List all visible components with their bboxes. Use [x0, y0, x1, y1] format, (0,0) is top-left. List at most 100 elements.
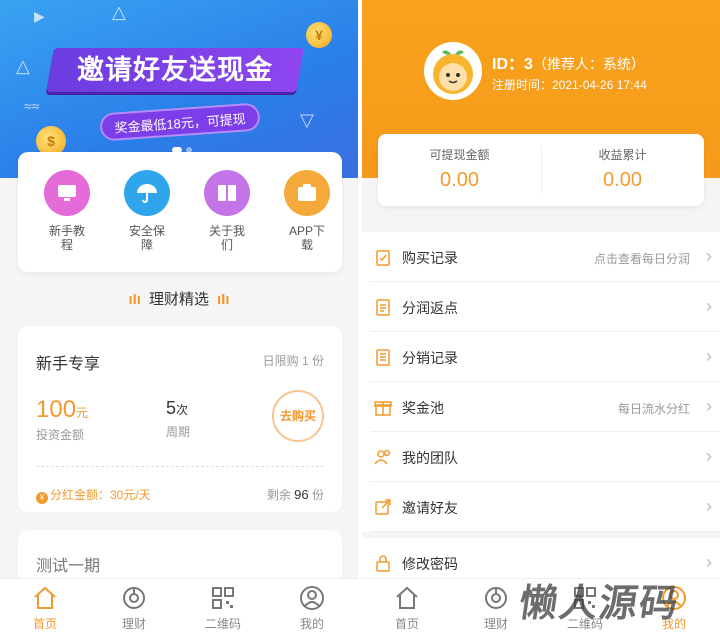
quick-link-tutorial[interactable]: 新手教程: [32, 170, 102, 252]
product-limit: 日限购 1 份: [262, 354, 324, 368]
quick-link-label: 关于我们: [208, 224, 245, 252]
total-earnings[interactable]: 收益累计 0.00: [541, 146, 704, 192]
quick-link-security[interactable]: 安全保障: [112, 170, 182, 252]
qrcode-icon: [212, 587, 234, 609]
chevron-right-icon: ›: [706, 296, 712, 316]
play-icon: ▶: [34, 8, 45, 24]
stat-label: 可提现金额: [429, 148, 490, 162]
investment-amount: 100元 投资金额: [36, 396, 88, 443]
monitor-icon: [44, 170, 90, 216]
chevron-right-icon: ›: [706, 446, 712, 466]
tab-label: 理财: [121, 617, 146, 631]
section-header: ıIı 理财精选 ıIı: [0, 288, 358, 309]
quick-link-label: APP下载: [288, 224, 325, 252]
tab-label: 我的: [299, 617, 324, 631]
tab-qrcode[interactable]: 二维码: [188, 585, 258, 632]
quick-link-app-download[interactable]: APP下载: [272, 170, 342, 252]
product-card[interactable]: 新手专享 日限购 1 份 100元 投资金额 5次 周期 去购买 ¥ 分红金额：3…: [18, 326, 342, 512]
registered-time: 注册时间：2021-04-26 17:44: [492, 78, 647, 92]
buy-button[interactable]: 去购买: [272, 390, 324, 442]
watermark: 懒人源码: [516, 583, 683, 625]
stat-value: 0.00: [603, 169, 642, 191]
id-value: 3: [524, 56, 533, 73]
tab-label: 二维码: [204, 617, 241, 631]
list-icon: [376, 299, 390, 316]
triangle-icon: △: [16, 56, 30, 76]
menu-label: 我的团队: [402, 450, 458, 466]
menu-label: 分润返点: [402, 300, 458, 316]
triangle-icon: △: [112, 2, 126, 22]
menu-my-team[interactable]: 我的团队 ›: [370, 432, 720, 482]
chevron-right-icon: ›: [706, 396, 712, 416]
period-unit: 次: [176, 403, 189, 417]
profile-menu: 购买记录 点击查看每日分润 › 分润返点 › 分销记录 › 奖金池 每日流水分红…: [362, 232, 720, 532]
triangle-icon: ▽: [300, 110, 314, 130]
referrer: （推荐人：系统）: [532, 56, 645, 72]
product-period: 5次 周期: [166, 398, 190, 440]
chevron-right-icon: ›: [706, 246, 712, 266]
menu-label: 奖金池: [402, 400, 444, 416]
avatar[interactable]: [424, 42, 482, 100]
user-icon: [300, 586, 324, 610]
tab-label: 首页: [394, 617, 419, 631]
remaining-count: 96: [294, 487, 309, 502]
gift-icon: [374, 401, 392, 416]
clipboard-icon: [376, 250, 390, 266]
lock-icon: [376, 555, 390, 572]
stat-value: 0.00: [440, 169, 479, 191]
amount-label: 投资金额: [36, 428, 85, 442]
menu-purchase-records[interactable]: 购买记录 点击查看每日分润 ›: [370, 232, 720, 282]
bars-icon: ıIı: [217, 291, 230, 308]
withdrawable-balance[interactable]: 可提现金额 0.00: [378, 146, 541, 192]
banner-subtitle: 奖金最低18元，可提现: [99, 102, 261, 142]
id-label: ID：: [492, 56, 525, 73]
home-icon: [396, 586, 418, 609]
section-title: 理财精选: [148, 291, 209, 308]
menu-bonus-pool[interactable]: 奖金池 每日流水分红 ›: [370, 382, 720, 432]
profile-screen: ID：3（推荐人：系统） 注册时间：2021-04-26 17:44 可提现金额…: [362, 0, 720, 638]
amount-unit: 元: [76, 406, 89, 420]
menu-hint: 每日流水分红: [617, 402, 690, 416]
user-id: ID：3（推荐人：系统）: [492, 50, 645, 74]
quick-links: 新手教程 安全保障 关于我们 APP下载: [18, 152, 342, 272]
product-name: 新手专享: [36, 356, 101, 373]
umbrella-icon: [124, 170, 170, 216]
period-label: 周期: [166, 425, 191, 439]
remaining-info: 剩余 96 份: [267, 486, 324, 503]
tab-label: 首页: [32, 617, 57, 631]
banner-title-box: 邀请好友送现金: [46, 48, 304, 92]
coin-icon: ¥: [36, 492, 48, 504]
book-icon: [204, 170, 250, 216]
tab-mine[interactable]: 我的: [277, 585, 347, 632]
tab-home[interactable]: 首页: [10, 585, 80, 632]
tab-home[interactable]: 首页: [372, 585, 442, 632]
quick-link-about[interactable]: 关于我们: [192, 170, 262, 252]
quick-link-label: 新手教程: [48, 224, 85, 252]
chevron-right-icon: ›: [706, 346, 712, 366]
balance-stats: 可提现金额 0.00 收益累计 0.00: [378, 134, 704, 206]
divider: [36, 466, 324, 467]
finance-icon: [123, 587, 145, 609]
box-icon: [284, 170, 330, 216]
chevron-right-icon: ›: [706, 552, 712, 572]
tab-bar: 首页 理财 二维码 我的: [0, 578, 358, 638]
quick-link-label: 安全保障: [128, 224, 165, 252]
tab-finance[interactable]: 理财: [99, 585, 169, 632]
menu-profit-rebate[interactable]: 分润返点 ›: [370, 282, 720, 332]
product-name: 测试一期: [36, 558, 101, 575]
remaining-suffix: 份: [311, 488, 324, 502]
period-value: 5: [166, 398, 177, 418]
remaining-prefix: 剩余: [266, 488, 291, 502]
menu-invite-friends[interactable]: 邀请好友 ›: [370, 482, 720, 532]
chevron-right-icon: ›: [706, 496, 712, 516]
banner-title: 邀请好友送现金: [77, 55, 273, 85]
menu-hint: 点击查看每日分润: [593, 252, 690, 266]
team-icon: [374, 449, 391, 465]
menu-label: 修改密码: [402, 556, 458, 572]
finance-icon: [485, 587, 507, 609]
coin-icon: ¥: [306, 22, 332, 48]
bars-icon: ıIı: [128, 291, 141, 308]
menu-label: 邀请好友: [402, 500, 458, 516]
tab-label: 理财: [483, 617, 508, 631]
menu-distribution-records[interactable]: 分销记录 ›: [370, 332, 720, 382]
